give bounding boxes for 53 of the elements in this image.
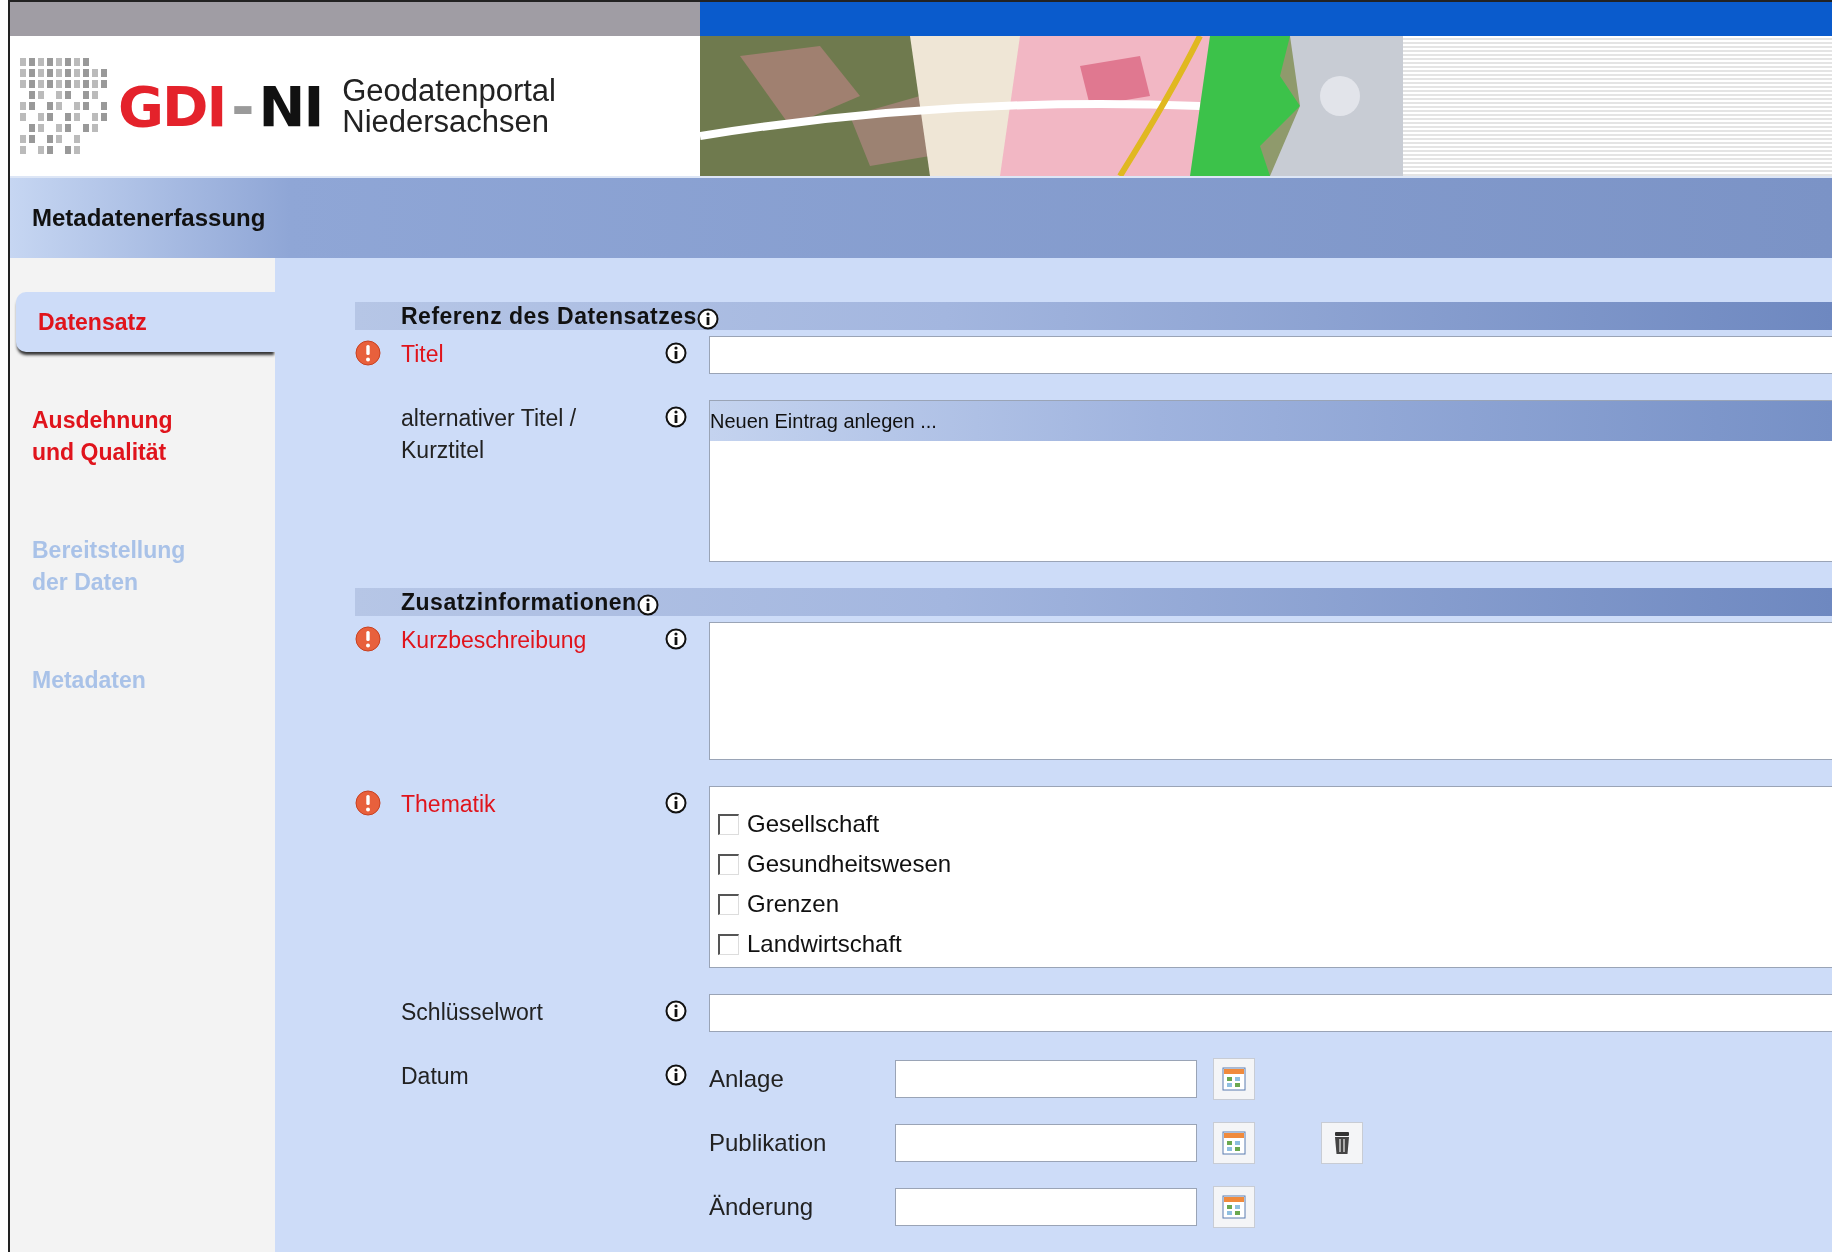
calendar-button[interactable] [1213,1122,1255,1164]
info-icon[interactable] [665,1000,687,1022]
info-icon[interactable] [665,406,687,428]
field-label: alternativer Titel / Kurztitel [401,404,578,465]
calendar-icon [1222,1067,1246,1091]
info-icon[interactable] [665,1064,687,1086]
logo-text: NI [258,73,323,139]
checkbox[interactable] [718,933,739,955]
textarea-field[interactable] [709,622,1832,760]
calendar-icon [1222,1131,1246,1155]
field-label: Titel [401,340,445,369]
warning-icon [355,340,381,366]
logo-text: - [231,73,253,139]
field-label: Thematik [401,790,497,819]
warning-icon [355,626,381,652]
logo-text: GDI [118,73,226,139]
checkbox[interactable] [718,893,739,915]
text-field[interactable] [709,994,1832,1032]
page-title: Metadatenerfassung [32,204,266,232]
checkbox[interactable] [718,813,739,835]
field-label: Schlüsselwort [401,998,544,1027]
text-field[interactable] [709,336,1832,374]
checkbox-option[interactable]: Gesellschaft [718,805,1824,843]
sidebar-tab[interactable]: Ausdehnung und Qualität [10,390,275,482]
add-entry-bar[interactable]: Neuen Eintrag anlegen ... [710,401,1832,441]
info-icon[interactable] [665,792,687,814]
checkbox-option[interactable]: Landwirtschaft [718,925,1824,963]
checkbox[interactable] [718,853,739,875]
delete-button[interactable] [1321,1122,1363,1164]
warning-icon [355,790,381,816]
checkbox-option[interactable]: Grenzen [718,885,1824,923]
date-field[interactable] [895,1124,1197,1162]
portal-name: Geodatenportal Niedersachsen [342,75,556,137]
checkbox-option[interactable]: Gesundheitswesen [718,845,1824,883]
sidebar-tab[interactable]: Datensatz [16,292,275,352]
section-title: Referenz des Datensatzes [401,302,697,330]
calendar-icon [1222,1195,1246,1219]
info-icon[interactable] [696,308,719,330]
info-icon[interactable] [636,594,659,616]
calendar-button[interactable] [1213,1058,1255,1100]
date-label: Anlage [709,1065,785,1093]
date-label: Publikation [709,1129,828,1157]
info-icon[interactable] [665,628,687,650]
info-icon[interactable] [665,342,687,364]
calendar-button[interactable] [1213,1186,1255,1228]
trash-icon [1332,1130,1352,1156]
field-label: Kurzbeschreibung [401,626,588,655]
list-field[interactable]: Neuen Eintrag anlegen ... [709,400,1832,562]
date-field[interactable] [895,1060,1197,1098]
date-label: Änderung [709,1193,815,1221]
field-label: Datum [401,1062,470,1091]
date-field[interactable] [895,1188,1197,1226]
section-title: Zusatzinformationen [401,588,637,616]
